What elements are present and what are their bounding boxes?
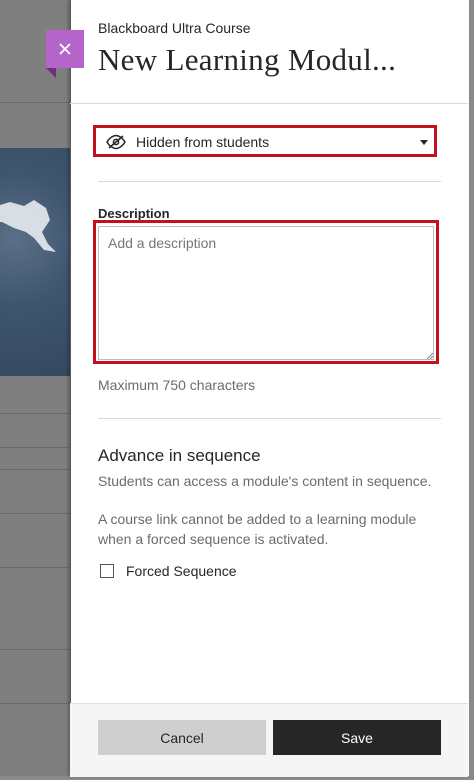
- background-divider: [0, 703, 70, 704]
- max-characters-hint: Maximum 750 characters: [98, 377, 256, 393]
- background-divider: [0, 649, 70, 650]
- background-divider: [0, 447, 70, 448]
- save-button[interactable]: Save: [273, 720, 441, 755]
- background-divider: [0, 469, 70, 470]
- forced-sequence-checkbox[interactable]: [100, 564, 114, 578]
- sequence-description: Students can access a module's content i…: [98, 473, 432, 489]
- panel-header: Blackboard Ultra Course New Learning Mod…: [98, 20, 458, 78]
- background-divider: [0, 567, 70, 568]
- sequence-heading: Advance in sequence: [98, 446, 261, 465]
- background-image: [0, 148, 70, 376]
- description-label: Description: [98, 206, 170, 221]
- section-divider: [98, 418, 441, 419]
- header-divider: [70, 103, 468, 104]
- eye-slash-icon: [106, 134, 126, 150]
- close-icon: [59, 43, 71, 55]
- visibility-label: Hidden from students: [136, 134, 270, 150]
- course-name: Blackboard Ultra Course: [98, 20, 251, 36]
- sequence-note: A course link cannot be added to a learn…: [98, 511, 417, 547]
- section-divider: [98, 181, 441, 182]
- visibility-dropdown[interactable]: Hidden from students: [98, 130, 432, 154]
- description-input[interactable]: [98, 226, 434, 360]
- forced-sequence-option[interactable]: Forced Sequence: [100, 563, 237, 579]
- page-title: New Learning Modul...: [98, 42, 397, 77]
- cancel-button[interactable]: Cancel: [98, 720, 266, 755]
- map-landmass-icon: [0, 200, 56, 252]
- background-divider: [0, 413, 70, 414]
- resize-handle-icon[interactable]: [424, 350, 434, 360]
- background-page: [0, 0, 70, 780]
- background-divider: [0, 102, 70, 103]
- background-divider: [0, 513, 70, 514]
- chevron-down-icon: [420, 140, 428, 145]
- close-panel-button[interactable]: [46, 30, 84, 78]
- forced-sequence-label: Forced Sequence: [126, 563, 237, 579]
